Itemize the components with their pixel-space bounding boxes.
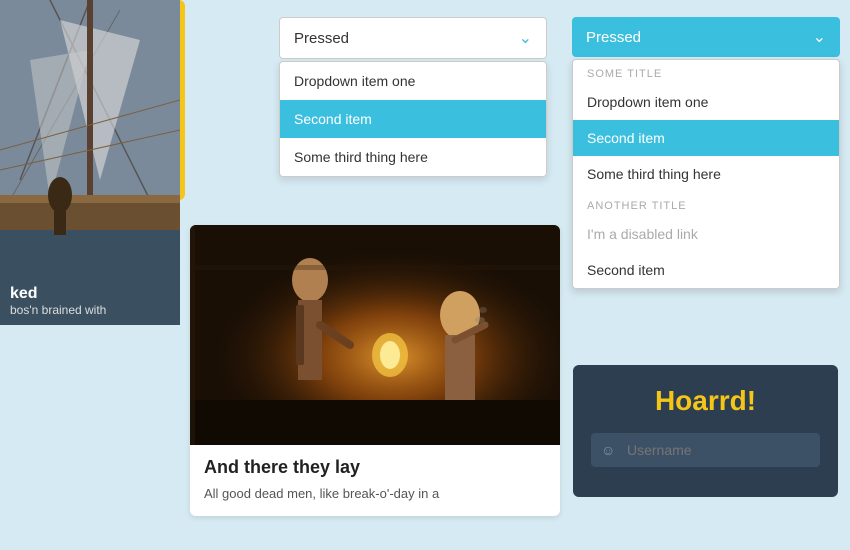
dropdown-gray-item-2[interactable]: Second item <box>280 100 546 138</box>
card-2-body: And there they lay All good dead men, li… <box>190 445 560 516</box>
card-2-title: And there they lay <box>204 457 546 478</box>
login-title: Hoarrd! <box>591 385 820 417</box>
dropdown-blue-item-3[interactable]: Some third thing here <box>573 156 839 192</box>
truncated-text: ked bos'n brained with <box>0 277 180 325</box>
dropdown-blue-item-5[interactable]: Second item <box>573 252 839 288</box>
user-icon: ☺ <box>601 442 615 458</box>
chevron-down-icon-white: ⌄ <box>813 27 826 47</box>
dropdown-gray-menu: Dropdown item one Second item Some third… <box>279 61 547 177</box>
dropdown-gray: Pressed ⌄ Dropdown item one Second item … <box>279 17 547 177</box>
dropdown-gray-item-3[interactable]: Some third thing here <box>280 138 546 176</box>
dropdown-gray-item-1[interactable]: Dropdown item one <box>280 62 546 100</box>
dropdown-blue-item-2[interactable]: Second item <box>573 120 839 156</box>
dropdown-blue: Pressed ⌄ SOME TITLE Dropdown item one S… <box>572 17 840 289</box>
login-card: Hoarrd! ☺ <box>573 365 838 497</box>
dropdown-gray-selected-label: Pressed <box>294 30 349 47</box>
card-2-text: All good dead men, like break-o'-day in … <box>204 484 546 504</box>
dropdown-blue-section-title-2: ANOTHER TITLE <box>573 192 839 216</box>
username-input-wrap: ☺ <box>591 433 820 467</box>
dropdown-blue-selected-label: Pressed <box>586 29 641 46</box>
card-2-image <box>190 225 560 445</box>
dropdown-blue-trigger[interactable]: Pressed ⌄ <box>572 17 840 57</box>
image-card-1: ked bos'n brained with <box>0 0 180 325</box>
dropdown-blue-menu: SOME TITLE Dropdown item one Second item… <box>572 59 840 289</box>
dropdown-gray-trigger[interactable]: Pressed ⌄ <box>279 17 547 59</box>
truncated-sub: bos'n brained with <box>10 303 170 317</box>
dropdown-blue-item-1[interactable]: Dropdown item one <box>573 84 839 120</box>
image-card-2: And there they lay All good dead men, li… <box>190 225 560 516</box>
chevron-down-icon: ⌄ <box>519 28 532 48</box>
dropdown-blue-section-title-1: SOME TITLE <box>573 60 839 84</box>
truncated-title: ked <box>10 285 170 303</box>
username-input[interactable] <box>591 433 820 467</box>
dropdown-blue-item-4: I'm a disabled link <box>573 216 839 252</box>
